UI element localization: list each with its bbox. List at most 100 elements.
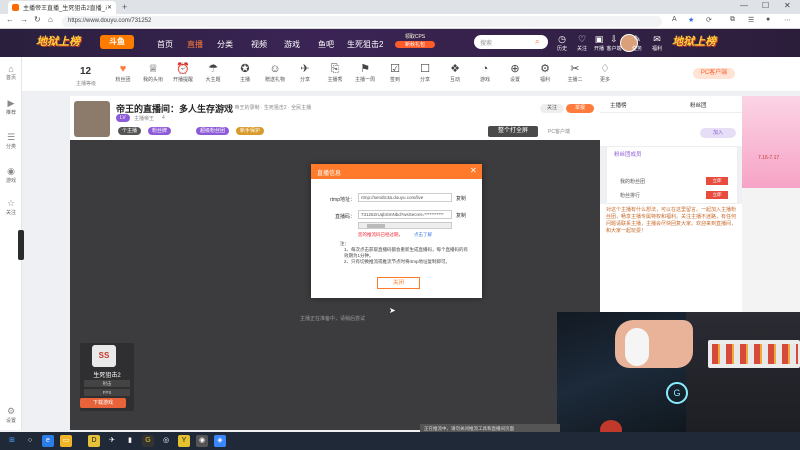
- sidebar-collapse-handle[interactable]: [18, 230, 24, 260]
- collections-icon[interactable]: ☰: [748, 16, 754, 24]
- follow-icon[interactable]: ♡ 关注: [573, 34, 591, 52]
- minimize-icon[interactable]: —: [740, 1, 748, 10]
- game-download-button[interactable]: 下载游戏: [80, 398, 126, 408]
- follow-button[interactable]: 关注: [540, 104, 564, 113]
- nav-game-sszj2[interactable]: 生死狙击2: [347, 39, 383, 50]
- side-ad-banner[interactable]: [742, 96, 800, 188]
- streamer-name[interactable]: 主播帝王: [134, 115, 154, 122]
- fan-row-2[interactable]: 粉丝排行: [620, 192, 640, 199]
- field-scrollbar[interactable]: [358, 222, 452, 229]
- forward-icon[interactable]: →: [20, 15, 28, 24]
- room-tag-2[interactable]: 粉丝牌: [148, 127, 172, 135]
- nav-category[interactable]: 分类: [217, 39, 233, 50]
- fan-row-1-badge[interactable]: 立即: [706, 177, 728, 185]
- favorite-star-icon[interactable]: ★: [688, 16, 694, 24]
- fan-tab[interactable]: 粉丝团: [690, 101, 707, 109]
- room-tag-1[interactable]: 个主播: [118, 127, 142, 135]
- sidebar-item-games[interactable]: ◉ 游戏: [0, 166, 22, 184]
- close-window-icon[interactable]: ✕: [784, 1, 791, 10]
- toolbar-gift-icon[interactable]: ✈ 分享: [292, 63, 318, 83]
- pc-download-link[interactable]: PC客户端: [548, 128, 570, 135]
- app-g-icon[interactable]: G: [142, 435, 154, 447]
- close-icon[interactable]: ✕: [470, 166, 477, 175]
- start-icon[interactable]: ⊞: [6, 435, 18, 447]
- toolbar-show-icon[interactable]: ⚑ 主播一周: [352, 63, 378, 83]
- nav-fishbar[interactable]: 鱼吧: [318, 39, 334, 50]
- toolbar-settings-icon[interactable]: ⚙ 福利: [532, 63, 558, 83]
- task-icon[interactable]: ✎ 任务: [628, 34, 646, 52]
- app-obs-icon[interactable]: ◉: [196, 435, 208, 447]
- fan-row-2-badge[interactable]: 立即: [706, 191, 728, 199]
- app-steam-icon[interactable]: ◎: [160, 435, 172, 447]
- promo-widget[interactable]: 领取CPS 新秋礼包: [395, 33, 435, 51]
- close-tab-icon[interactable]: ✕: [107, 4, 112, 11]
- toolbar-week-icon[interactable]: ☑ 签到: [382, 63, 408, 83]
- toolbar-fans-icon[interactable]: ♥ 粉丝团: [110, 63, 136, 83]
- nav-video[interactable]: 视频: [251, 39, 267, 50]
- rtmp-address-field[interactable]: rtmp://sendtc3a.douyu.com/live: [358, 193, 452, 202]
- douyu-logo[interactable]: 斗鱼: [100, 35, 134, 49]
- banner-right[interactable]: 地狱上榜: [672, 33, 732, 53]
- sidebar-item-follow[interactable]: ☆ 关注: [0, 198, 22, 216]
- toolbar-anchor2-icon[interactable]: ♢ 更多: [592, 63, 618, 83]
- profile-icon[interactable]: ●: [766, 16, 770, 23]
- refresh-page-icon[interactable]: ⟳: [706, 16, 712, 24]
- promo-button[interactable]: 新秋礼包: [395, 41, 435, 48]
- back-icon[interactable]: ←: [6, 15, 14, 24]
- search-icon[interactable]: ⌕: [535, 37, 539, 47]
- refresh-icon[interactable]: ↻: [34, 15, 41, 24]
- new-tab-button[interactable]: +: [122, 2, 127, 12]
- join-fan-button[interactable]: 加入: [700, 128, 736, 138]
- report-button[interactable]: 举报: [566, 104, 594, 113]
- more-menu-icon[interactable]: ⋯: [784, 16, 791, 24]
- browser-tab[interactable]: 主播帝王直播_生死狙击2直播_斗 ✕: [8, 1, 116, 14]
- read-aloud-icon[interactable]: A: [672, 16, 677, 23]
- edge-icon[interactable]: e: [42, 435, 54, 447]
- toolbar-theme-icon[interactable]: ☂ 大主题: [200, 63, 226, 83]
- rank-tab[interactable]: 主播榜: [610, 101, 627, 109]
- banner-left[interactable]: 地狱上榜: [36, 33, 98, 53]
- toolbar-welfare-icon[interactable]: ✂ 主播二: [562, 63, 588, 83]
- toolbar-interact-icon[interactable]: ◔ 游戏: [472, 63, 498, 83]
- download-icon[interactable]: ⇩ 客户端: [605, 34, 623, 52]
- fullscreen-button[interactable]: 整个打全屏: [488, 126, 538, 137]
- search-taskbar-icon[interactable]: ○: [24, 435, 36, 447]
- app-plane-icon[interactable]: ✈: [106, 435, 118, 447]
- sidebar-item-category[interactable]: ☰ 分类: [0, 132, 22, 150]
- toolbar-anchor-icon[interactable]: ✪ 主播: [232, 63, 258, 83]
- nav-live[interactable]: 直播: [187, 39, 203, 50]
- toolbar-user-icon[interactable]: ☺ 赠送礼物: [262, 63, 288, 83]
- extensions-icon[interactable]: ⧉: [730, 16, 735, 24]
- maximize-icon[interactable]: ☐: [762, 1, 769, 10]
- app-blue-icon[interactable]: ◈: [214, 435, 226, 447]
- dialog-close-button[interactable]: 关闭: [377, 277, 420, 289]
- nav-home[interactable]: 首页: [157, 39, 173, 50]
- app-y-icon[interactable]: Y: [178, 435, 190, 447]
- streamer-avatar[interactable]: [74, 101, 110, 137]
- fan-row-1[interactable]: 我的粉丝团: [620, 178, 645, 185]
- toolbar-share2-icon[interactable]: ❖ 互动: [442, 63, 468, 83]
- copy-rtmp-button[interactable]: 复制: [456, 195, 466, 202]
- room-tag-3[interactable]: 超级粉丝团: [196, 127, 230, 135]
- sidebar-item-settings[interactable]: ⚙ 设置: [0, 406, 22, 424]
- app-d-icon[interactable]: D: [88, 435, 100, 447]
- home-icon[interactable]: ⌂: [48, 15, 53, 24]
- toolbar-share-icon[interactable]: ⎘ 主播秀: [322, 63, 348, 83]
- explorer-icon[interactable]: ▭: [60, 435, 72, 447]
- toolbar-game-icon[interactable]: ⊕ 设置: [502, 63, 528, 83]
- nav-games[interactable]: 游戏: [284, 39, 300, 50]
- gift-icon[interactable]: ✉ 福利: [648, 34, 666, 52]
- sidebar-item-home[interactable]: ⌂ 首页: [0, 64, 22, 81]
- room-tag-4[interactable]: 新手保护: [236, 127, 265, 135]
- url-input[interactable]: https://www.douyu.com/731252: [62, 16, 662, 27]
- toolbar-signin-icon[interactable]: ☐ 分享: [412, 63, 438, 83]
- stream-key-field[interactable]: 731252rUqbSmNbd?wsSecret=***********: [358, 210, 452, 219]
- toolbar-title-icon[interactable]: ♕ 我的头衔: [140, 63, 166, 83]
- copy-key-button[interactable]: 复制: [456, 212, 466, 219]
- history-icon[interactable]: ◷ 历史: [553, 34, 571, 52]
- pc-client-button[interactable]: PC客户端: [693, 68, 735, 79]
- learn-more-link[interactable]: 点击了解: [414, 232, 432, 238]
- sidebar-item-recommend[interactable]: ▶ 推荐: [0, 98, 22, 116]
- toolbar-reminder-icon[interactable]: ⏰ 开播提醒: [170, 63, 196, 83]
- app-bars-icon[interactable]: ▮: [124, 435, 136, 447]
